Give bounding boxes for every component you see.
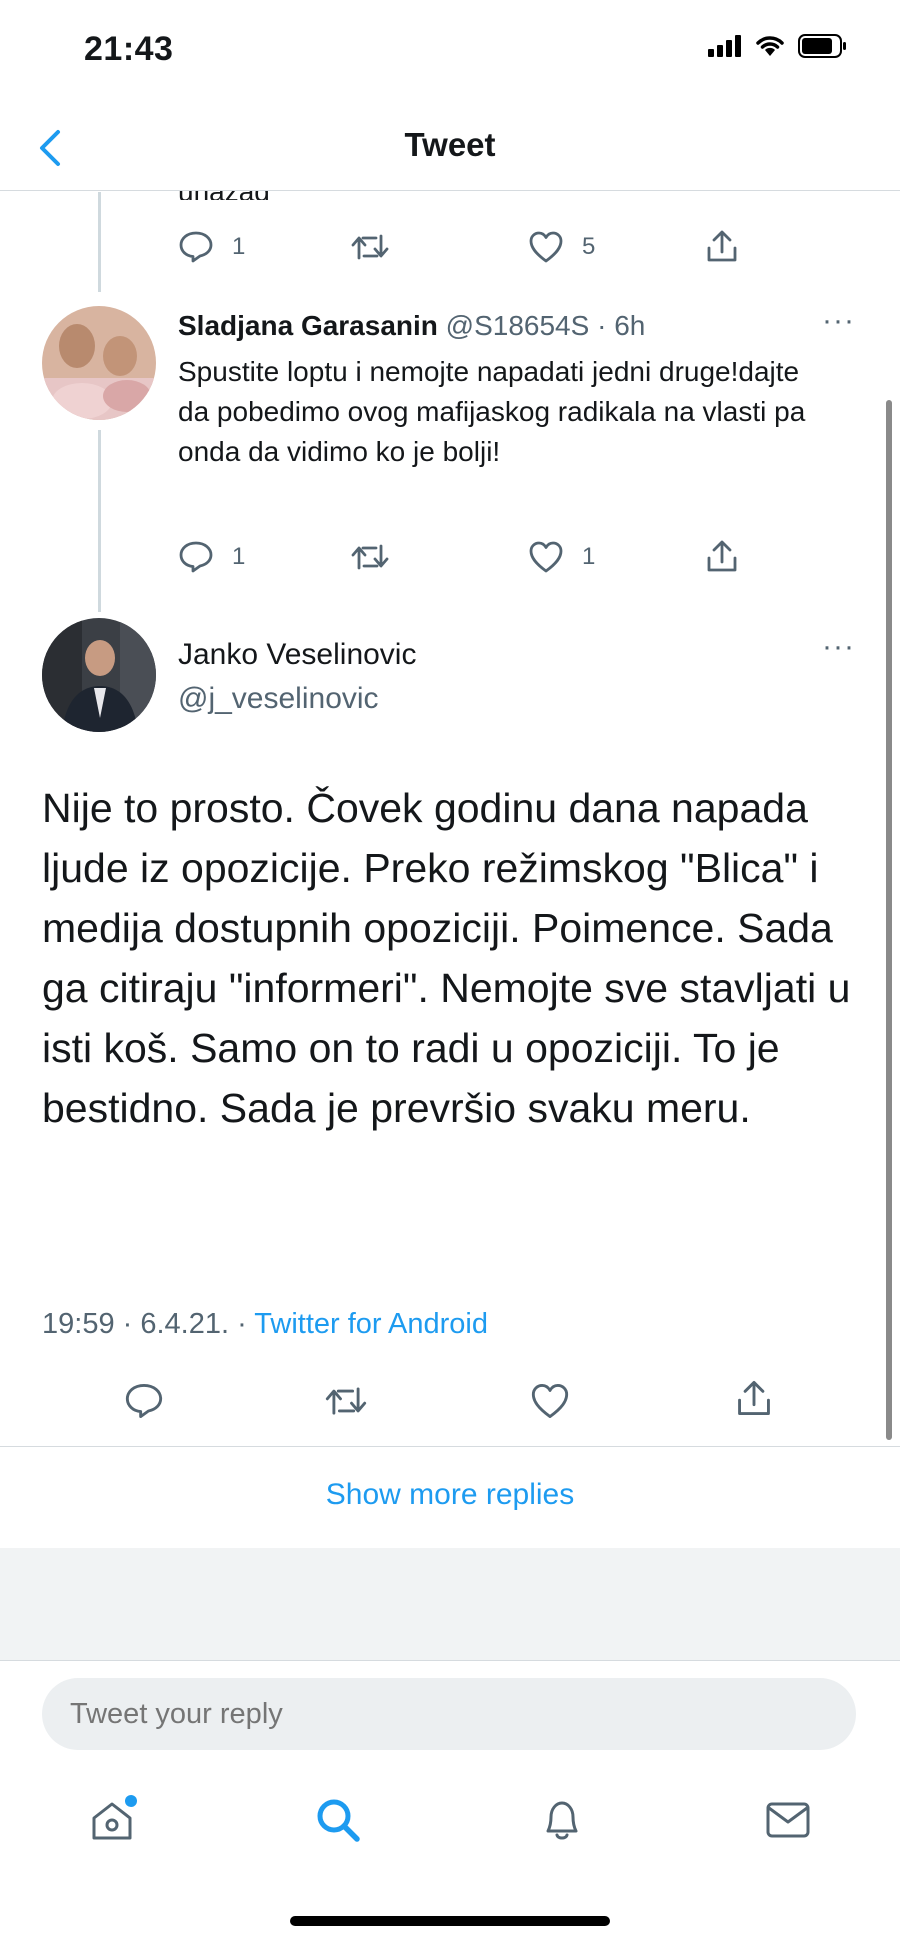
author-handle[interactable]: @S18654S · 6h (446, 310, 646, 341)
home-icon (92, 1795, 137, 1840)
status-icons (708, 34, 848, 58)
tweet-meta: 19:59 · 6.4.21. · Twitter for Android (42, 1308, 488, 1341)
page-title: Tweet (404, 126, 496, 163)
prev-reply-button[interactable]: 1 (178, 230, 245, 264)
status-time: 21:43 (84, 30, 174, 68)
reply-icon (179, 541, 213, 573)
prev-share-button[interactable] (704, 228, 740, 264)
divider (0, 1446, 900, 1447)
main-retweet-button[interactable] (324, 1382, 368, 1420)
prev-reply-count: 1 (232, 233, 246, 260)
reply-reply-button[interactable]: 1 (178, 540, 245, 574)
prev-like-count: 5 (582, 233, 596, 260)
reply-input[interactable] (42, 1678, 856, 1750)
avatar-photo (42, 306, 156, 420)
notifications-icon (546, 1801, 578, 1840)
header-mask (0, 170, 900, 191)
retweet-icon (351, 544, 389, 570)
main-more-options-button[interactable]: ··· (822, 630, 855, 664)
reply-reply-count: 1 (232, 543, 246, 570)
avatar[interactable] (42, 306, 156, 420)
tab-home[interactable] (82, 1790, 142, 1850)
share-icon (707, 540, 737, 572)
tweet-source-link[interactable]: Twitter for Android (254, 1308, 488, 1340)
more-options-button[interactable]: ··· (822, 304, 855, 338)
tab-notifications[interactable] (532, 1790, 592, 1850)
show-more-replies-link[interactable]: Show more replies (0, 1478, 900, 1512)
main-like-button[interactable] (530, 1382, 570, 1420)
reply-like-count: 1 (582, 543, 596, 570)
tab-search[interactable] (308, 1790, 368, 1850)
tab-messages[interactable] (758, 1790, 818, 1850)
avatar-photo (42, 618, 156, 732)
tweet-timestamp: 19:59 · 6.4.21. · (42, 1308, 255, 1340)
main-author-name[interactable]: Janko Veselinovic (178, 638, 416, 672)
like-icon (529, 231, 563, 263)
header-divider (0, 190, 900, 191)
reply-icon (125, 1384, 163, 1418)
reply-retweet-button[interactable] (350, 540, 390, 574)
retweet-icon (351, 234, 389, 260)
reply-like-button[interactable]: 1 (528, 540, 595, 574)
messages-icon (766, 1802, 810, 1838)
battery-icon (798, 34, 846, 58)
divider (0, 1660, 900, 1661)
thread-line-top (98, 192, 101, 292)
prev-retweet-button[interactable] (350, 230, 390, 264)
share-icon (707, 230, 737, 262)
prev-like-button[interactable]: 5 (528, 230, 595, 264)
signal-icon (708, 35, 741, 57)
spacer-band (0, 1548, 900, 1660)
main-author-handle[interactable]: @j_veselinovic (178, 682, 379, 716)
home-indicator (290, 1916, 610, 1926)
main-tweet-text: Nije to prosto. Čovek godinu dana napada… (42, 785, 851, 1131)
main-share-button[interactable] (734, 1378, 774, 1418)
wifi-icon (756, 36, 784, 56)
author-name[interactable]: Sladjana Garasanin (178, 310, 438, 341)
avatar[interactable] (42, 618, 156, 732)
main-reply-button[interactable] (124, 1382, 164, 1420)
share-icon (738, 1381, 770, 1415)
thread-line-bottom (98, 430, 101, 612)
reply-author: Sladjana Garasanin @S18654S · 6h (178, 310, 645, 342)
reply-text: Spustite loptu i nemojte napadati jedni … (178, 356, 806, 467)
reply-share-button[interactable] (704, 538, 740, 574)
scrollbar[interactable] (886, 400, 892, 1440)
retweet-icon (325, 1387, 367, 1415)
search-icon (317, 1799, 360, 1842)
like-icon (531, 1384, 569, 1418)
like-icon (529, 541, 563, 573)
reply-icon (179, 231, 213, 263)
